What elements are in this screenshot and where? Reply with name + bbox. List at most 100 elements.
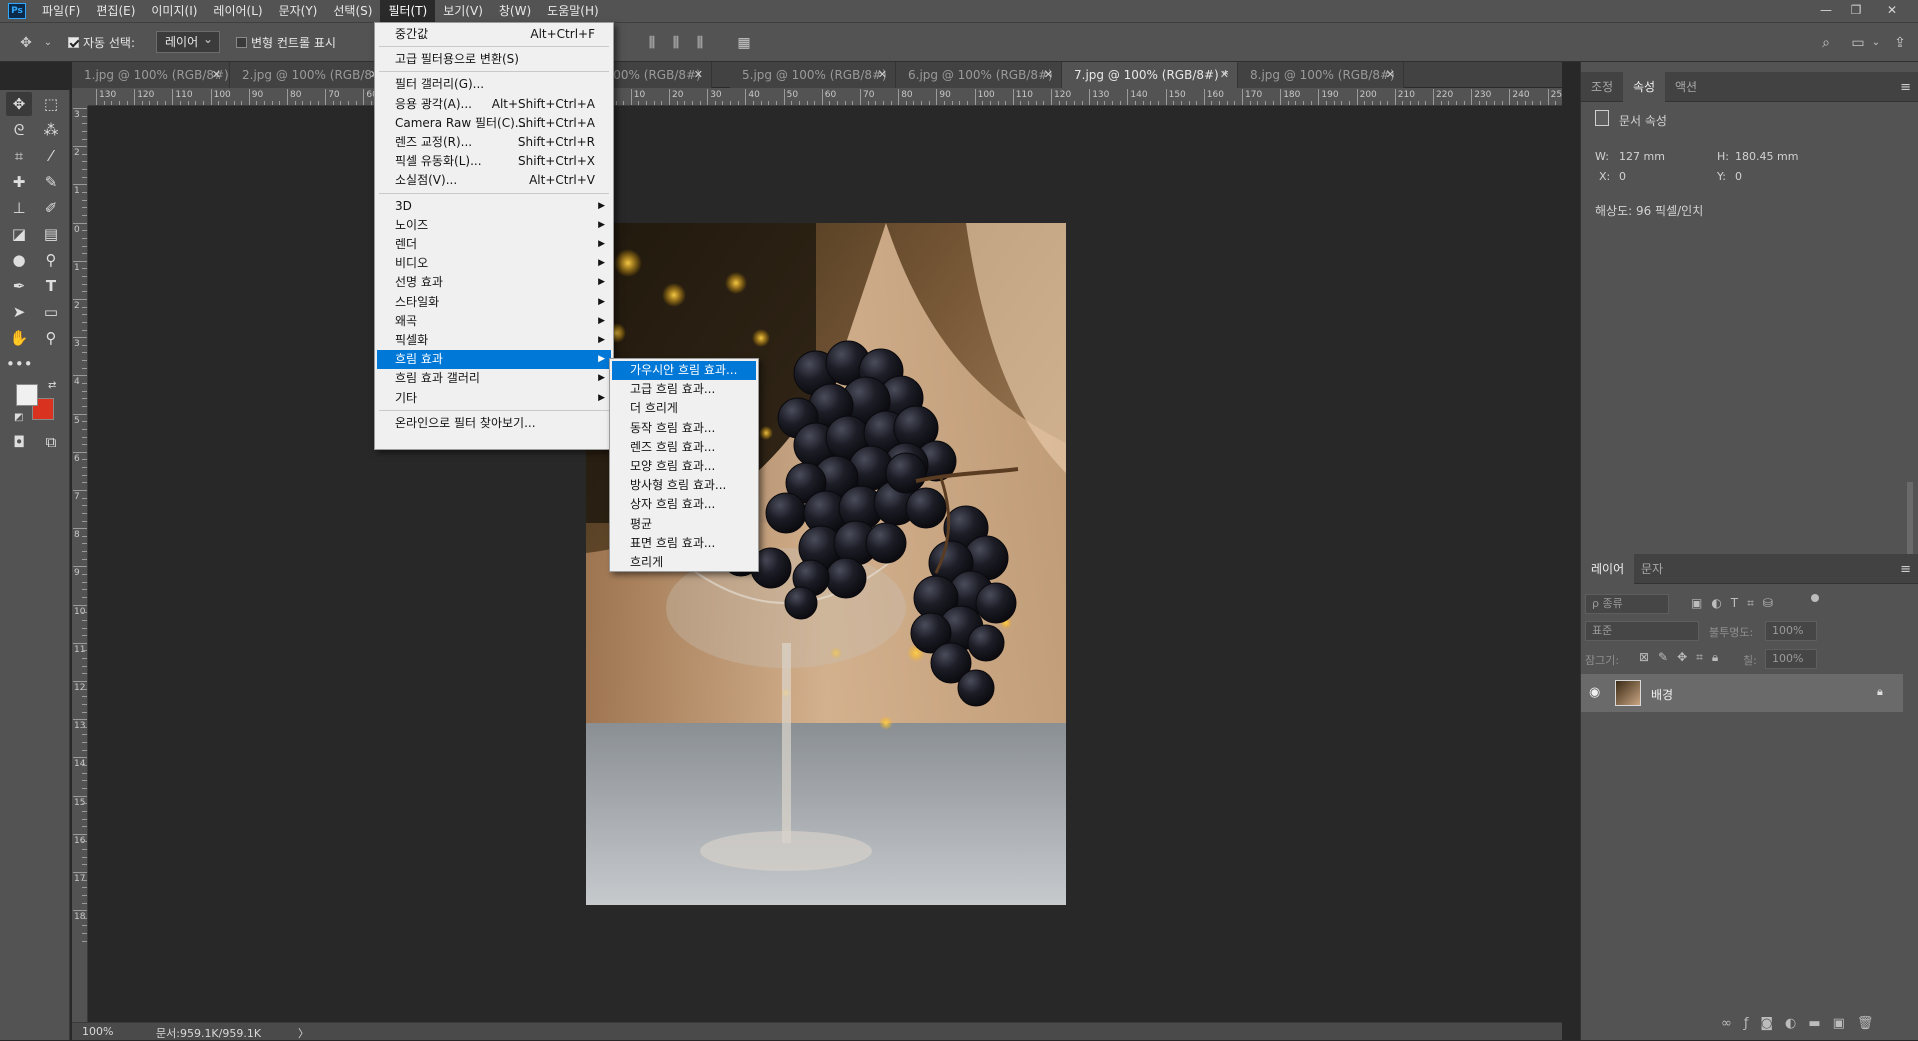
filter-menu-item[interactable]: 필터 갤러리(G)...: [377, 75, 611, 94]
filter-menu-item[interactable]: 흐림 효과 ▶: [377, 350, 611, 370]
y-value[interactable]: 0: [1735, 170, 1742, 183]
tab-layers[interactable]: 레이어: [1581, 554, 1635, 584]
type-tool-icon[interactable]: T: [38, 274, 64, 298]
quick-mask-icon[interactable]: ◘: [6, 430, 32, 454]
tab-7-jpg[interactable]: 7.jpg @ 100% (RGB/8#) * ✕: [1062, 62, 1238, 88]
menu-type[interactable]: 문자(Y): [271, 0, 326, 22]
layer-filter-dropdown[interactable]: ρ 종류: [1585, 594, 1669, 614]
ruler-corner[interactable]: [72, 88, 88, 106]
close-tab-icon[interactable]: ✕: [694, 62, 703, 88]
filter-menu-item[interactable]: 기타 ▶: [377, 389, 611, 408]
tab-6-jpg[interactable]: 6.jpg @ 100% (RGB/8#) ✕: [896, 62, 1062, 88]
tab-actions[interactable]: 액션: [1665, 72, 1707, 102]
close-tab-icon[interactable]: ✕: [1044, 62, 1053, 88]
blend-mode-dropdown[interactable]: 표준: [1585, 621, 1699, 641]
tab-8-jpg[interactable]: 8.jpg @ 100% (RGB/8#) ✕: [1238, 62, 1404, 88]
blur-submenu-item[interactable]: 모양 흐림 효과...: [612, 457, 756, 476]
tab-properties[interactable]: 속성: [1623, 72, 1666, 102]
blur-submenu-item[interactable]: 흐리게: [612, 553, 756, 572]
transform-controls-option[interactable]: 변형 컨트롤 표시: [236, 34, 336, 51]
height-value[interactable]: 180.45 mm: [1735, 150, 1798, 163]
align-center-icon[interactable]: ⫼: [644, 35, 660, 51]
marquee-tool-icon[interactable]: ⬚: [38, 92, 64, 116]
menu-edit[interactable]: 편집(E): [88, 0, 143, 22]
brush-tool-icon[interactable]: ✎: [38, 170, 64, 194]
rectangle-tool-icon[interactable]: ▭: [38, 300, 64, 324]
blur-submenu-item[interactable]: 더 흐리게: [612, 399, 756, 418]
crop-tool-icon[interactable]: ⌗: [6, 144, 32, 168]
more-tools-icon[interactable]: •••: [6, 352, 33, 376]
auto-select-option[interactable]: 자동 선택:: [68, 34, 135, 51]
close-tab-icon[interactable]: ✕: [1220, 62, 1229, 88]
pen-tool-icon[interactable]: ✒: [6, 274, 32, 298]
horizontal-ruler[interactable]: 1301201101009080706050403020100102030405…: [88, 88, 1562, 106]
auto-align-icon[interactable]: ▦: [736, 35, 752, 51]
filter-menu-item[interactable]: 온라인으로 필터 찾아보기...: [377, 414, 611, 433]
menu-image[interactable]: 이미지(I): [143, 0, 205, 22]
path-selection-tool-icon[interactable]: ➤: [6, 300, 32, 324]
share-icon[interactable]: ⇪: [1892, 35, 1908, 51]
fill-field[interactable]: 100%: [1765, 649, 1817, 669]
foreground-color-swatch[interactable]: [16, 384, 38, 406]
filter-menu-item[interactable]: 픽셀화 ▶: [377, 331, 611, 350]
menu-layer[interactable]: 레이어(L): [205, 0, 270, 22]
filter-menu-item[interactable]: 왜곡 ▶: [377, 312, 611, 331]
close-button[interactable]: ✕: [1878, 0, 1906, 22]
lasso-tool-icon[interactable]: ᘓ: [6, 118, 32, 142]
close-tab-icon[interactable]: ✕: [1386, 62, 1395, 88]
screen-mode-icon[interactable]: ⧉: [38, 430, 64, 454]
layer-filter-icons[interactable]: ▣◐T⌗⛁: [1691, 596, 1782, 611]
zoom-tool-icon[interactable]: ⚲: [38, 326, 64, 350]
blur-tool-icon[interactable]: ●: [6, 248, 32, 272]
workspace-dropdown-icon[interactable]: ⌄: [1868, 35, 1884, 51]
tab-character[interactable]: 문자: [1631, 554, 1673, 584]
search-icon[interactable]: ⌕: [1818, 35, 1834, 51]
tool-preset-dropdown-icon[interactable]: ⌄: [40, 35, 56, 51]
zoom-level[interactable]: 100%: [82, 1025, 113, 1038]
history-brush-tool-icon[interactable]: ✐: [38, 196, 64, 220]
transform-controls-checkbox[interactable]: [236, 37, 247, 48]
filter-toggle-icon[interactable]: [1811, 594, 1819, 602]
eraser-tool-icon[interactable]: ◪: [6, 222, 32, 246]
swap-colors-icon[interactable]: ⇄: [48, 380, 56, 391]
blur-submenu-item[interactable]: 평균: [612, 515, 756, 534]
filter-menu-item[interactable]: 픽셀 유동화(L)... Shift+Ctrl+X: [377, 152, 611, 171]
healing-brush-tool-icon[interactable]: ✚: [6, 170, 32, 194]
clone-stamp-tool-icon[interactable]: ⊥: [6, 196, 32, 220]
menu-select[interactable]: 선택(S): [325, 0, 380, 22]
restore-button[interactable]: ❐: [1842, 0, 1870, 22]
filter-menu-item[interactable]: 렌즈 교정(R)... Shift+Ctrl+R: [377, 133, 611, 152]
status-menu-arrow[interactable]: 〉: [298, 1025, 309, 1041]
filter-menu-item[interactable]: 소실점(V)... Alt+Ctrl+V: [377, 171, 611, 190]
menu-view[interactable]: 보기(V): [435, 0, 491, 22]
close-tab-icon[interactable]: ✕: [878, 62, 887, 88]
dodge-tool-icon[interactable]: ⚲: [38, 248, 64, 272]
hand-tool-icon[interactable]: ✋: [6, 326, 32, 350]
filter-menu-item[interactable]: 비디오 ▶: [377, 254, 611, 273]
layers-bottom-icons[interactable]: ∞ƒ◙◐▬▣🗑︎: [1721, 1016, 1885, 1031]
move-tool-icon[interactable]: ✥: [6, 92, 32, 116]
align-middle-icon[interactable]: ⫼: [668, 35, 684, 51]
distribute-icon[interactable]: ⫼: [692, 35, 708, 51]
menu-filter[interactable]: 필터(T): [380, 0, 436, 22]
blur-submenu-item[interactable]: 렌즈 흐림 효과...: [612, 438, 756, 457]
tab-adjustments[interactable]: 조정: [1581, 72, 1623, 102]
blur-submenu-item[interactable]: 고급 흐림 효과...: [612, 380, 756, 399]
x-value[interactable]: 0: [1619, 170, 1626, 183]
blur-submenu-item[interactable]: 가우시안 흐림 효과...: [612, 361, 756, 380]
layer-row-background[interactable]: ◉ 배경 🔒︎: [1581, 674, 1903, 712]
blur-submenu-item[interactable]: 표면 흐림 효과...: [612, 534, 756, 553]
filter-menu-item[interactable]: 렌더 ▶: [377, 235, 611, 254]
blur-submenu-item[interactable]: 동작 흐림 효과...: [612, 419, 756, 438]
auto-select-dropdown[interactable]: 레이어: [156, 29, 220, 53]
move-tool-icon[interactable]: ✥: [18, 35, 34, 51]
filter-menu-item[interactable]: 중간값 Alt+Ctrl+F: [377, 25, 611, 44]
default-colors-icon[interactable]: ◩: [14, 412, 23, 423]
filter-menu-item[interactable]: Camera Raw 필터(C)... Shift+Ctrl+A: [377, 114, 611, 133]
tab-5-jpg[interactable]: 5.jpg @ 100% (RGB/8#) ✕: [730, 62, 896, 88]
menu-help[interactable]: 도움말(H): [539, 0, 607, 22]
tab-1-jpg[interactable]: 1.jpg @ 100% (RGB/8#) ✕: [72, 62, 230, 88]
menu-window[interactable]: 창(W): [491, 0, 539, 22]
filter-menu-item[interactable]: 응용 광각(A)... Alt+Shift+Ctrl+A: [377, 95, 611, 114]
menu-file[interactable]: 파일(F): [34, 0, 88, 22]
